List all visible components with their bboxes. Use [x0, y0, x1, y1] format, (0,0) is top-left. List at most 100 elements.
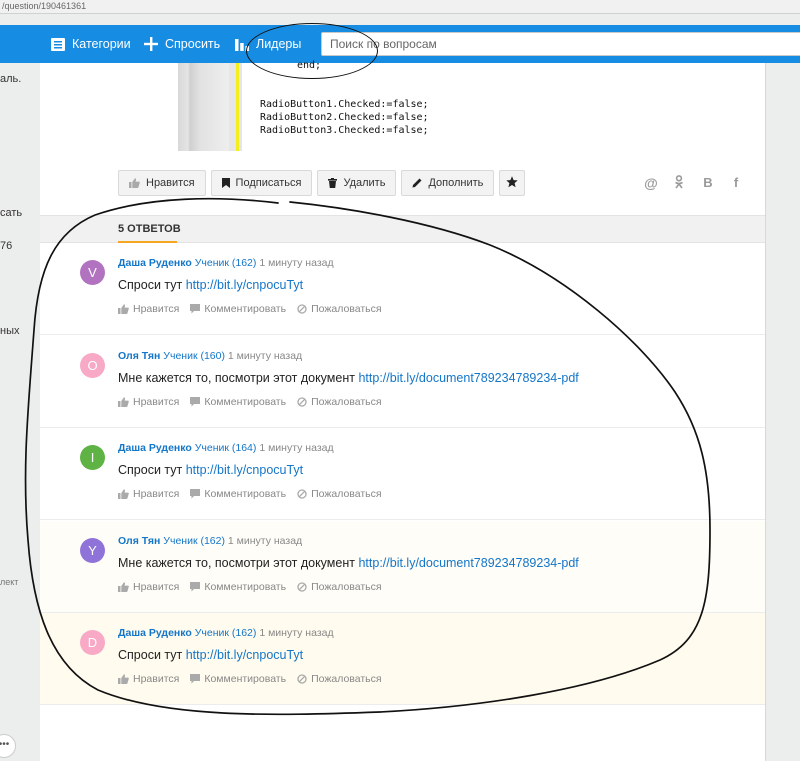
thumbs-up-icon	[118, 674, 129, 684]
like-button[interactable]: Нравится	[118, 170, 206, 196]
answer-like-button[interactable]: Нравится	[118, 396, 179, 408]
answer-text: Спроси тут http://bit.ly/cnpocuTyt	[118, 463, 303, 477]
share-facebook-icon[interactable]: f	[728, 175, 744, 190]
answer-item: D Даша Руденко Ученик (162) 1 минуту наза…	[40, 613, 765, 705]
comment-icon	[190, 397, 201, 407]
answer-like-button[interactable]: Нравится	[118, 581, 179, 593]
share-odnoklassniki-icon[interactable]	[671, 175, 687, 192]
author-rank[interactable]: Ученик (160)	[163, 350, 225, 362]
answer-comment-button[interactable]: Комментировать	[190, 673, 286, 685]
share-vk-icon[interactable]: B	[700, 175, 716, 190]
author-link[interactable]: Даша Руденко	[118, 257, 192, 269]
comment-icon	[190, 304, 201, 314]
address-bar[interactable]: /question/190461361	[0, 0, 800, 14]
answer-like-label: Нравится	[133, 396, 180, 408]
answer-comment-label: Комментировать	[204, 396, 287, 408]
answer-actions: Нравится Комментировать Пожаловаться	[118, 396, 393, 408]
answer-like-button[interactable]: Нравится	[118, 303, 179, 315]
answer-item: O Оля Тян Ученик (160) 1 минуту назад Мне …	[40, 336, 765, 428]
answer-report-label: Пожаловаться	[311, 581, 382, 593]
nav-ask[interactable]: Спросить	[144, 25, 220, 63]
left-text-fragment: аль.	[0, 73, 22, 85]
answer-meta: Даша Руденко Ученик (164) 1 минуту назад	[118, 442, 334, 454]
thumbs-up-icon	[129, 178, 140, 188]
answer-report-button[interactable]: Пожаловаться	[297, 488, 382, 500]
answer-actions: Нравится Комментировать Пожаловаться	[118, 581, 393, 593]
author-rank[interactable]: Ученик (162)	[163, 535, 225, 547]
answer-like-label: Нравится	[133, 581, 180, 593]
delete-button-label: Удалить	[343, 177, 386, 189]
answer-time: 1 минуту назад	[259, 627, 334, 639]
answer-report-button[interactable]: Пожаловаться	[297, 581, 382, 593]
answer-actions: Нравится Комментировать Пожаловаться	[118, 488, 393, 500]
answer-time: 1 минуту назад	[259, 442, 334, 454]
answer-body: Спроси тут	[118, 463, 183, 477]
answer-text: Мне кажется то, посмотри этот документ h…	[118, 556, 579, 570]
favorite-button[interactable]	[499, 170, 526, 196]
answer-like-label: Нравится	[133, 488, 180, 500]
search-input[interactable]	[321, 32, 800, 56]
answer-like-label: Нравится	[133, 673, 180, 685]
extend-button[interactable]: Дополнить	[401, 170, 495, 196]
answer-like-button[interactable]: Нравится	[118, 673, 179, 685]
answer-comment-button[interactable]: Комментировать	[190, 396, 286, 408]
answer-actions: Нравится Комментировать Пожаловаться	[118, 673, 393, 685]
author-rank[interactable]: Ученик (164)	[195, 442, 257, 454]
left-text-fragment: сать	[0, 207, 23, 219]
avatar[interactable]: V	[80, 260, 105, 285]
left-sidebar-fragment: аль. сать 76 ных лект	[0, 63, 40, 761]
answer-body: Мне кажется то, посмотри этот документ	[118, 371, 355, 385]
answer-report-label: Пожаловаться	[311, 396, 382, 408]
answer-meta: Даша Руденко Ученик (162) 1 минуту назад	[118, 257, 334, 269]
answer-link[interactable]: http://bit.ly/document789234789234-pdf	[358, 371, 578, 385]
answer-comment-button[interactable]: Комментировать	[190, 303, 286, 315]
answer-comment-button[interactable]: Комментировать	[190, 581, 286, 593]
prohibited-icon	[297, 304, 307, 314]
share-mail-icon[interactable]: @	[643, 175, 659, 191]
answer-report-button[interactable]: Пожаловаться	[297, 673, 382, 685]
nav-categories-label: Категории	[72, 37, 131, 51]
answer-report-button[interactable]: Пожаловаться	[297, 396, 382, 408]
answer-time: 1 минуту назад	[259, 257, 334, 269]
answer-time: 1 минуту назад	[227, 350, 303, 362]
answer-link[interactable]: http://bit.ly/cnpocuTyt	[186, 648, 303, 662]
author-link[interactable]: Оля Тян	[118, 535, 160, 547]
trash-icon	[328, 178, 338, 188]
author-link[interactable]: Даша Руденко	[118, 442, 192, 454]
author-rank[interactable]: Ученик (162)	[195, 257, 257, 269]
bookmark-icon	[221, 178, 230, 188]
avatar[interactable]: Y	[80, 538, 105, 563]
answer-comment-button[interactable]: Комментировать	[190, 488, 286, 500]
thumbs-up-icon	[118, 397, 129, 407]
avatar[interactable]: I	[80, 445, 105, 470]
answer-link[interactable]: http://bit.ly/cnpocuTyt	[186, 463, 303, 477]
subscribe-button[interactable]: Подписаться	[210, 170, 313, 196]
answers-count-title[interactable]: 5 ОТВЕТОВ	[118, 223, 181, 235]
comment-icon	[190, 674, 201, 684]
author-link[interactable]: Даша Руденко	[118, 627, 192, 639]
answer-report-button[interactable]: Пожаловаться	[297, 303, 382, 315]
question-action-bar: Нравится Подписаться Удалить Дополнить	[118, 170, 530, 196]
answer-link[interactable]: http://bit.ly/document789234789234-pdf	[358, 556, 578, 570]
pencil-icon	[412, 178, 422, 188]
left-text-fragment: ных	[0, 325, 20, 337]
like-button-label: Нравится	[146, 177, 195, 189]
answer-like-button[interactable]: Нравится	[118, 488, 179, 500]
answer-time: 1 минуту назад	[227, 535, 303, 547]
author-link[interactable]: Оля Тян	[118, 350, 160, 362]
avatar[interactable]: O	[80, 353, 105, 378]
answer-text: Спроси тут http://bit.ly/cnpocuTyt	[118, 648, 303, 662]
answer-meta: Оля Тян Ученик (162) 1 минуту назад	[118, 535, 302, 547]
plus-icon	[144, 37, 158, 51]
answer-actions: Нравится Комментировать Пожаловаться	[118, 303, 393, 315]
answer-link[interactable]: http://bit.ly/cnpocuTyt	[186, 278, 303, 292]
subscribe-button-label: Подписаться	[235, 177, 302, 189]
answer-report-label: Пожаловаться	[311, 673, 382, 685]
delete-button[interactable]: Удалить	[317, 170, 397, 196]
answer-text: Спроси тут http://bit.ly/cnpocuTyt	[118, 278, 303, 292]
answer-body: Спроси тут	[118, 648, 183, 662]
answer-comment-label: Комментировать	[204, 581, 287, 593]
nav-categories[interactable]: Категории	[51, 25, 131, 63]
author-rank[interactable]: Ученик (162)	[195, 627, 257, 639]
avatar[interactable]: D	[80, 630, 105, 655]
